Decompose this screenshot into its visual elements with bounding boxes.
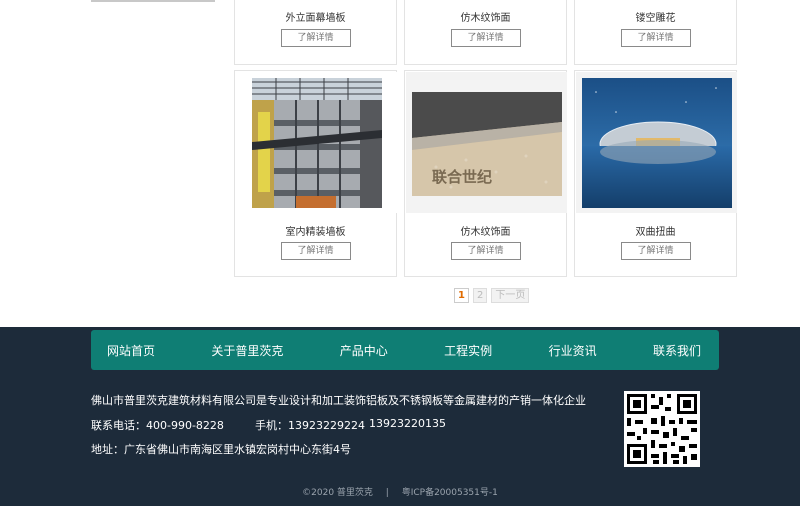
product-card[interactable]: 联合世纪 仿木纹饰面 了解详情 <box>404 70 567 277</box>
product-card[interactable]: 双曲扭曲 了解详情 <box>574 70 737 277</box>
details-button[interactable]: 了解详情 <box>620 29 691 47</box>
product-card[interactable]: 室内精装墙板 了解详情 <box>234 70 397 277</box>
pagination: 1 2 下一页 <box>454 288 530 303</box>
icp-link[interactable]: 粤ICP备20005351号-1 <box>402 488 498 498</box>
page-2[interactable]: 2 <box>472 288 488 303</box>
details-button[interactable]: 了解详情 <box>450 29 521 47</box>
details-button[interactable]: 了解详情 <box>620 242 691 260</box>
footer: 网站首页 关于普里茨克 产品中心 工程实例 行业资讯 联系我们 佛山市普里茨克建… <box>0 327 800 506</box>
product-title[interactable]: 镂空雕花 <box>575 9 736 24</box>
mobile-text: 手机：13923229224 <box>255 419 365 432</box>
copyright-text: ©2020 普里茨克 <box>302 488 373 498</box>
page-1[interactable]: 1 <box>454 288 469 303</box>
details-button[interactable]: 了解详情 <box>280 29 351 47</box>
product-title[interactable]: 仿木纹饰面 <box>405 223 566 238</box>
address-text: 地址：广东省佛山市南海区里水镇宏岗村中心东街4号 <box>91 443 351 456</box>
nav-home[interactable]: 网站首页 <box>107 342 155 359</box>
product-title[interactable]: 室内精装墙板 <box>235 223 396 238</box>
product-title[interactable]: 外立面幕墙板 <box>235 9 396 24</box>
separator: | <box>385 488 389 498</box>
sidebar-divider <box>91 0 215 2</box>
next-page-button[interactable]: 下一页 <box>491 288 530 303</box>
panel-sample-photo: 联合世纪 <box>406 72 567 213</box>
company-description: 佛山市普里茨克建筑材料有限公司是专业设计和加工装饰铝板及不锈钢板等金属建材的产销… <box>91 394 586 407</box>
footer-nav: 网站首页 关于普里茨克 产品中心 工程实例 行业资讯 联系我们 <box>91 330 719 370</box>
product-card[interactable]: 仿木纹饰面 了解详情 <box>404 0 567 65</box>
product-card[interactable]: 镂空雕花 了解详情 <box>574 0 737 65</box>
mobile-text-2: 13923220135 <box>369 417 446 430</box>
product-title[interactable]: 仿木纹饰面 <box>405 9 566 24</box>
grand-theatre-photo <box>582 78 732 208</box>
nav-contact[interactable]: 联系我们 <box>653 342 701 359</box>
nav-projects[interactable]: 工程实例 <box>444 342 492 359</box>
nav-about[interactable]: 关于普里茨克 <box>211 342 283 359</box>
qr-code <box>624 391 700 467</box>
product-image[interactable]: 联合世纪 <box>406 72 567 213</box>
details-button[interactable]: 了解详情 <box>450 242 521 260</box>
details-button[interactable]: 了解详情 <box>280 242 351 260</box>
phone-text: 联系电话：400-990-8228 <box>91 419 224 432</box>
atrium-building-photo <box>236 72 397 213</box>
copyright-bar: ©2020 普里茨克 | 粤ICP备20005351号-1 <box>0 485 800 498</box>
product-title[interactable]: 双曲扭曲 <box>575 223 736 238</box>
panel-engraved-text: 联合世纪 <box>432 168 492 186</box>
product-card[interactable]: 外立面幕墙板 了解详情 <box>234 0 397 65</box>
product-image[interactable] <box>236 72 397 213</box>
nav-news[interactable]: 行业资讯 <box>549 342 597 359</box>
product-image[interactable] <box>576 72 737 213</box>
nav-products[interactable]: 产品中心 <box>340 342 388 359</box>
